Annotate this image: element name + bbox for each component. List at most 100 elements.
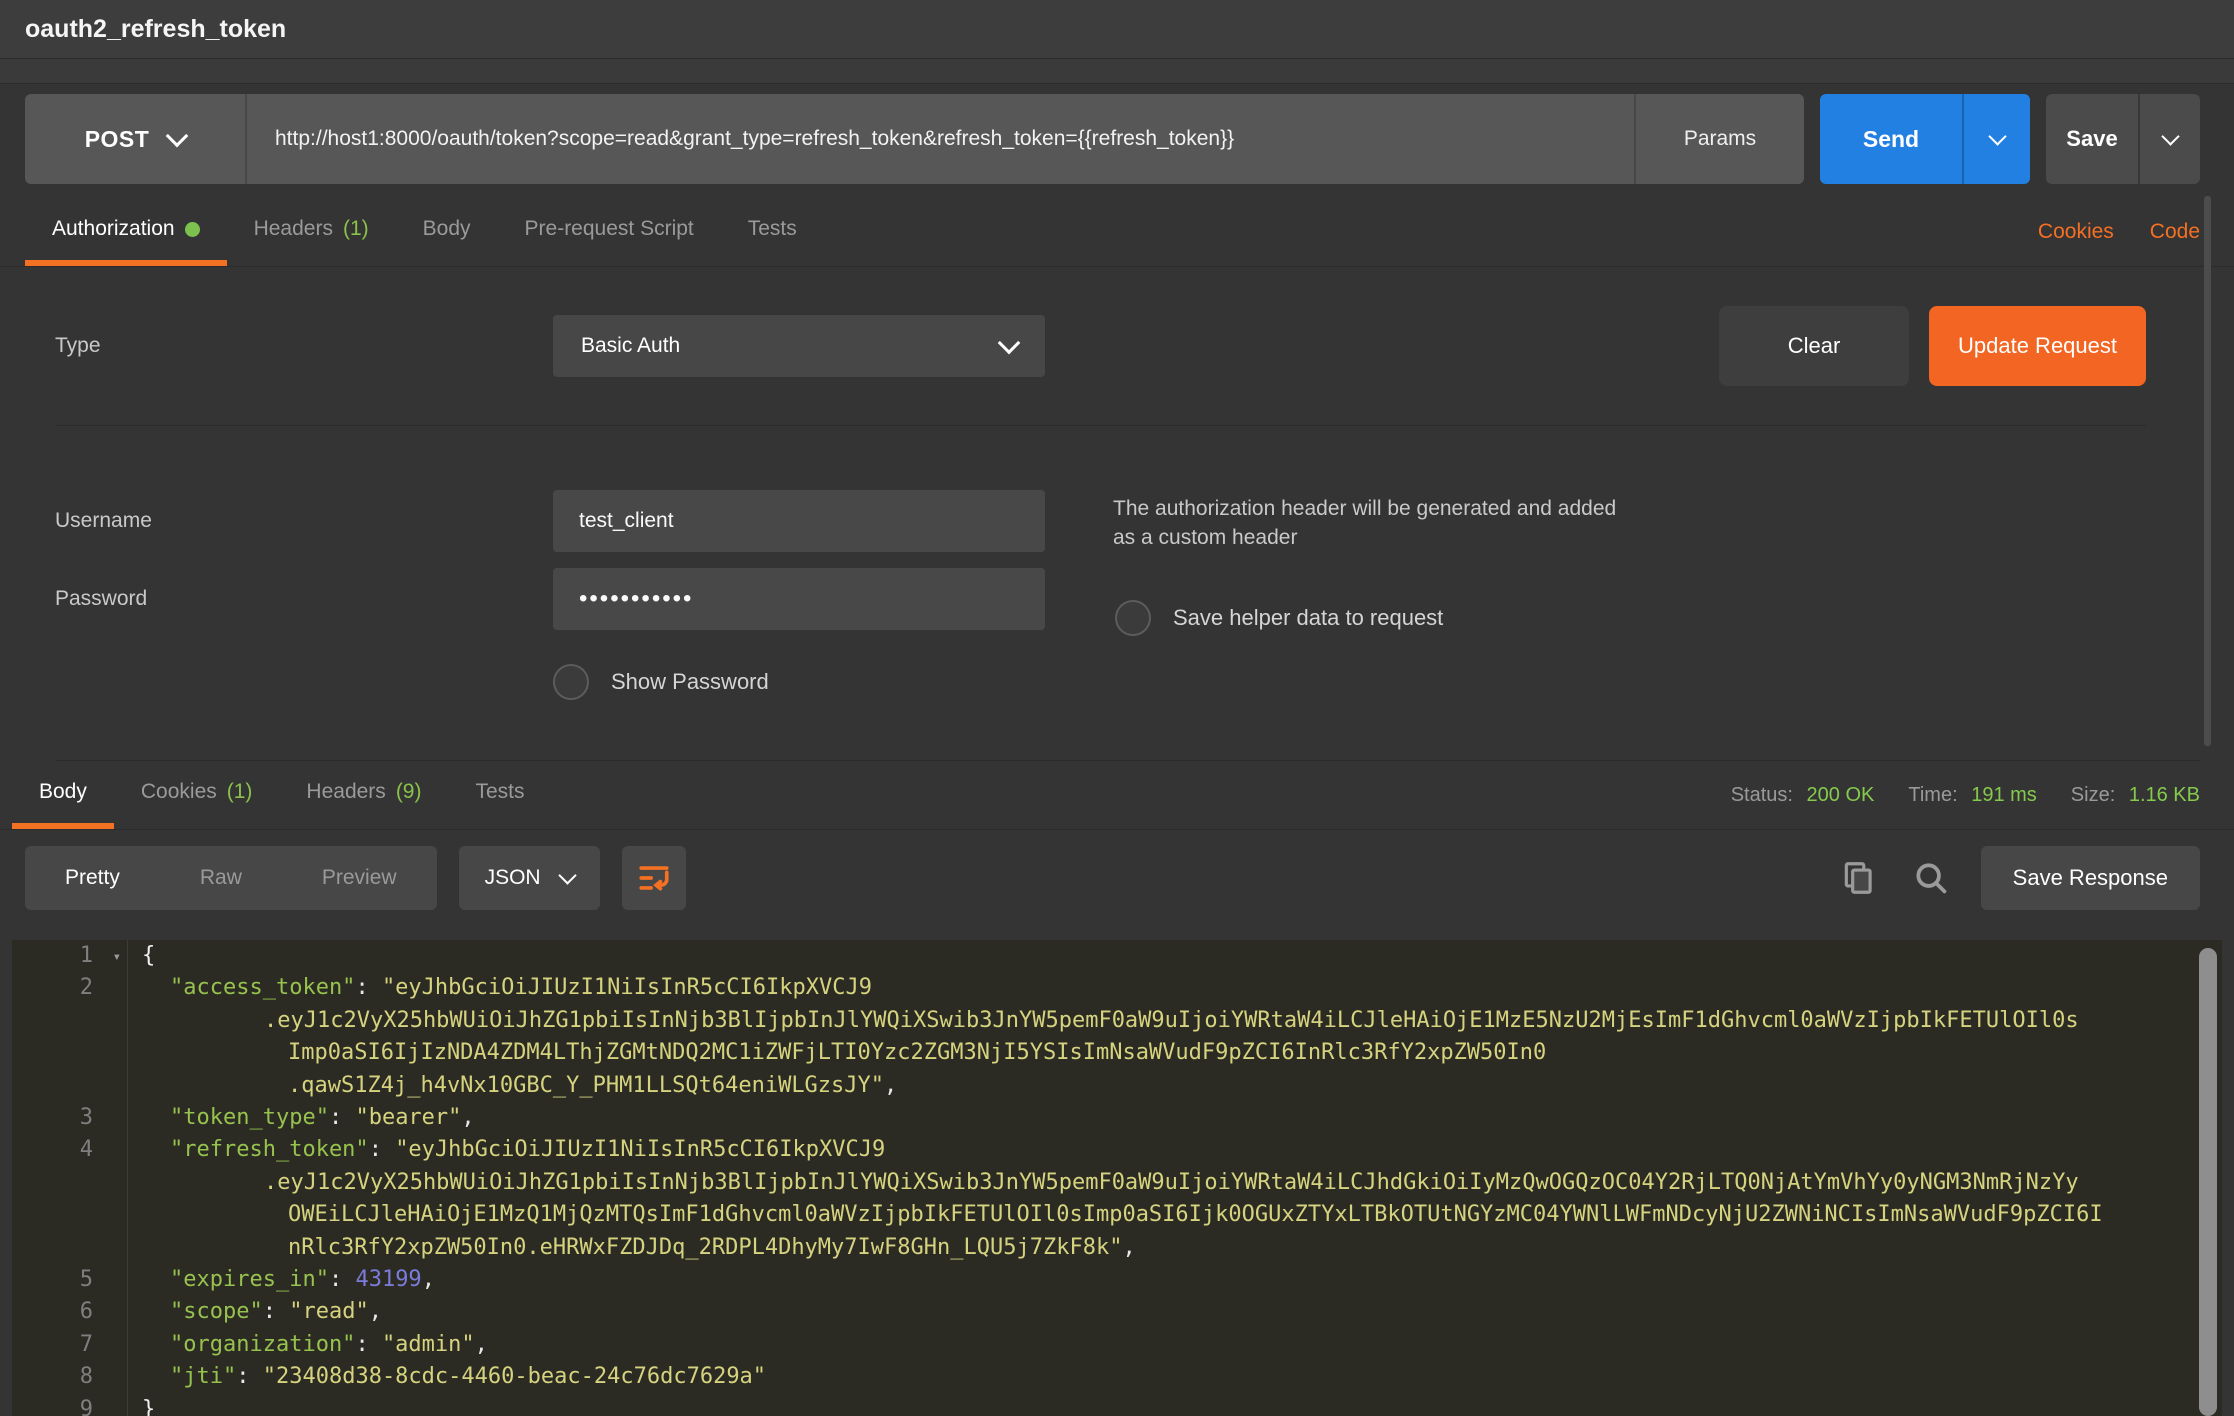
tab-body[interactable]: Body [396,198,498,266]
response-tabs: Body Cookies (1) Headers (9) Tests Statu… [0,761,2234,830]
tab-label: Headers [306,780,385,804]
size-item: Size: 1.16 KB [2071,784,2200,807]
search-button[interactable] [1909,856,1953,900]
auth-helper-panel: The authorization header will be generat… [1113,490,1633,700]
fold-caret-icon[interactable]: ▾ [113,941,121,973]
code-line: 3"token_type": "bearer", [12,1102,2222,1134]
line-number: 4 [12,1134,128,1166]
request-builder-row: POST http://host1:8000/oauth/token?scope… [25,94,2200,184]
tab-authorization[interactable]: Authorization [25,198,227,266]
send-options-button[interactable] [1962,94,2030,184]
request-name: oauth2_refresh_token [25,15,286,44]
response-tab-tests[interactable]: Tests [448,761,551,829]
view-mode-group: Pretty Raw Preview [25,846,437,910]
status-value: 200 OK [1807,784,1875,806]
line-number: 9 [12,1394,128,1416]
password-row: Password ••••••••••• [55,568,1045,630]
tab-count: (1) [227,780,253,804]
auth-type-select[interactable]: Basic Auth [553,315,1045,377]
line-number: 7 [12,1329,128,1361]
tab-label: Tests [475,780,524,804]
send-button[interactable]: Send [1820,94,1962,184]
code-line: 5"expires_in": 43199, [12,1264,2222,1296]
line-number: 8 [12,1361,128,1393]
line-number: 5 [12,1264,128,1296]
auth-type-value: Basic Auth [581,334,680,358]
save-response-button[interactable]: Save Response [1981,846,2200,910]
save-helper-label: Save helper data to request [1173,605,1443,631]
password-label: Password [55,587,553,611]
cookies-link[interactable]: Cookies [2038,220,2114,244]
auth-type-row: Type Basic Auth Clear Update Request [55,267,2146,426]
code-line: OWEiLCJleHAiOjE1MzQ1MjQzMTQsImF1dGhvcml0… [12,1199,2222,1231]
code-line: 6"scope": "read", [12,1296,2222,1328]
view-raw[interactable]: Raw [160,866,282,890]
tab-label: Body [39,780,87,804]
credentials-form: Username test_client Password ••••••••••… [55,490,1045,700]
tab-count: (9) [396,780,422,804]
line-number [12,1232,128,1264]
username-input[interactable]: test_client [553,490,1045,552]
search-icon [1912,859,1950,897]
response-tab-headers[interactable]: Headers (9) [279,761,448,829]
response-scrollbar-thumb[interactable] [2199,948,2217,1416]
url-input[interactable]: http://host1:8000/oauth/token?scope=read… [247,94,1634,184]
show-password-checkbox[interactable] [553,664,589,700]
status-label: Status: [1731,784,1793,806]
username-row: Username test_client [55,490,1045,552]
view-preview[interactable]: Preview [282,866,437,890]
username-label: Username [55,509,553,533]
chevron-down-icon [558,866,576,884]
wrap-lines-icon [637,861,671,895]
code-link[interactable]: Code [2150,220,2200,244]
update-request-button[interactable]: Update Request [1929,306,2146,386]
line-number [12,1037,128,1069]
view-pretty[interactable]: Pretty [25,866,160,890]
save-options-button[interactable] [2138,94,2200,184]
response-toolbar-right: Save Response [1837,846,2200,910]
response-toolbar: Pretty Raw Preview JSON [0,830,2234,926]
line-number [12,1005,128,1037]
time-item: Time: 191 ms [1908,784,2036,807]
copy-button[interactable] [1837,856,1881,900]
request-pane-scrollbar[interactable] [2204,196,2211,746]
code-line: 2"access_token": "eyJhbGciOiJIUzI1NiIsIn… [12,972,2222,1004]
tab-label: Cookies [141,780,217,804]
show-password-row: Show Password [553,664,1045,700]
request-title-bar: oauth2_refresh_token [0,0,2234,59]
save-helper-row: Save helper data to request [1115,600,1633,636]
response-tab-body[interactable]: Body [12,761,114,829]
time-value: 191 ms [1971,784,2037,806]
line-number: 2 [12,972,128,1004]
time-label: Time: [1908,784,1957,806]
save-split-button: Save [2046,94,2200,184]
tab-tests[interactable]: Tests [721,198,824,266]
wrap-lines-button[interactable] [622,846,686,910]
response-tab-cookies[interactable]: Cookies (1) [114,761,280,829]
chevron-down-icon [2161,127,2179,145]
tab-pre-request-script[interactable]: Pre-request Script [498,198,721,266]
save-button[interactable]: Save [2046,94,2138,184]
code-line: 1▾{ [12,940,2222,972]
response-body-viewer: 1▾{2"access_token": "eyJhbGciOiJIUzI1NiI… [12,940,2222,1416]
format-select[interactable]: JSON [459,846,600,910]
tab-label: Headers [254,217,333,241]
copy-icon [1840,859,1878,897]
params-button[interactable]: Params [1634,94,1804,184]
response-meta: Status: 200 OK Time: 191 ms Size: 1.16 K… [1731,761,2200,829]
tab-headers[interactable]: Headers (1) [227,198,396,266]
code-line: nRlc3RfY2xpZW50In0.eHRWxFZDJDq_2RDPL4Dhy… [12,1232,2222,1264]
code-line: 4"refresh_token": "eyJhbGciOiJIUzI1NiIsI… [12,1134,2222,1166]
show-password-label: Show Password [611,669,769,695]
tab-label: Pre-request Script [525,217,694,241]
auth-configured-dot [185,222,200,237]
code-line: .eyJ1c2VyX25hbWUiOiJhZG1pbiIsInNjb3BlIjp… [12,1005,2222,1037]
method-dropdown[interactable]: POST [25,94,247,184]
save-helper-checkbox[interactable] [1115,600,1151,636]
auth-actions: Clear Update Request [1719,306,2146,386]
password-input[interactable]: ••••••••••• [553,568,1045,630]
size-value: 1.16 KB [2129,784,2200,806]
clear-button[interactable]: Clear [1719,306,1909,386]
tab-label: Body [423,217,471,241]
chevron-down-icon [166,125,189,148]
